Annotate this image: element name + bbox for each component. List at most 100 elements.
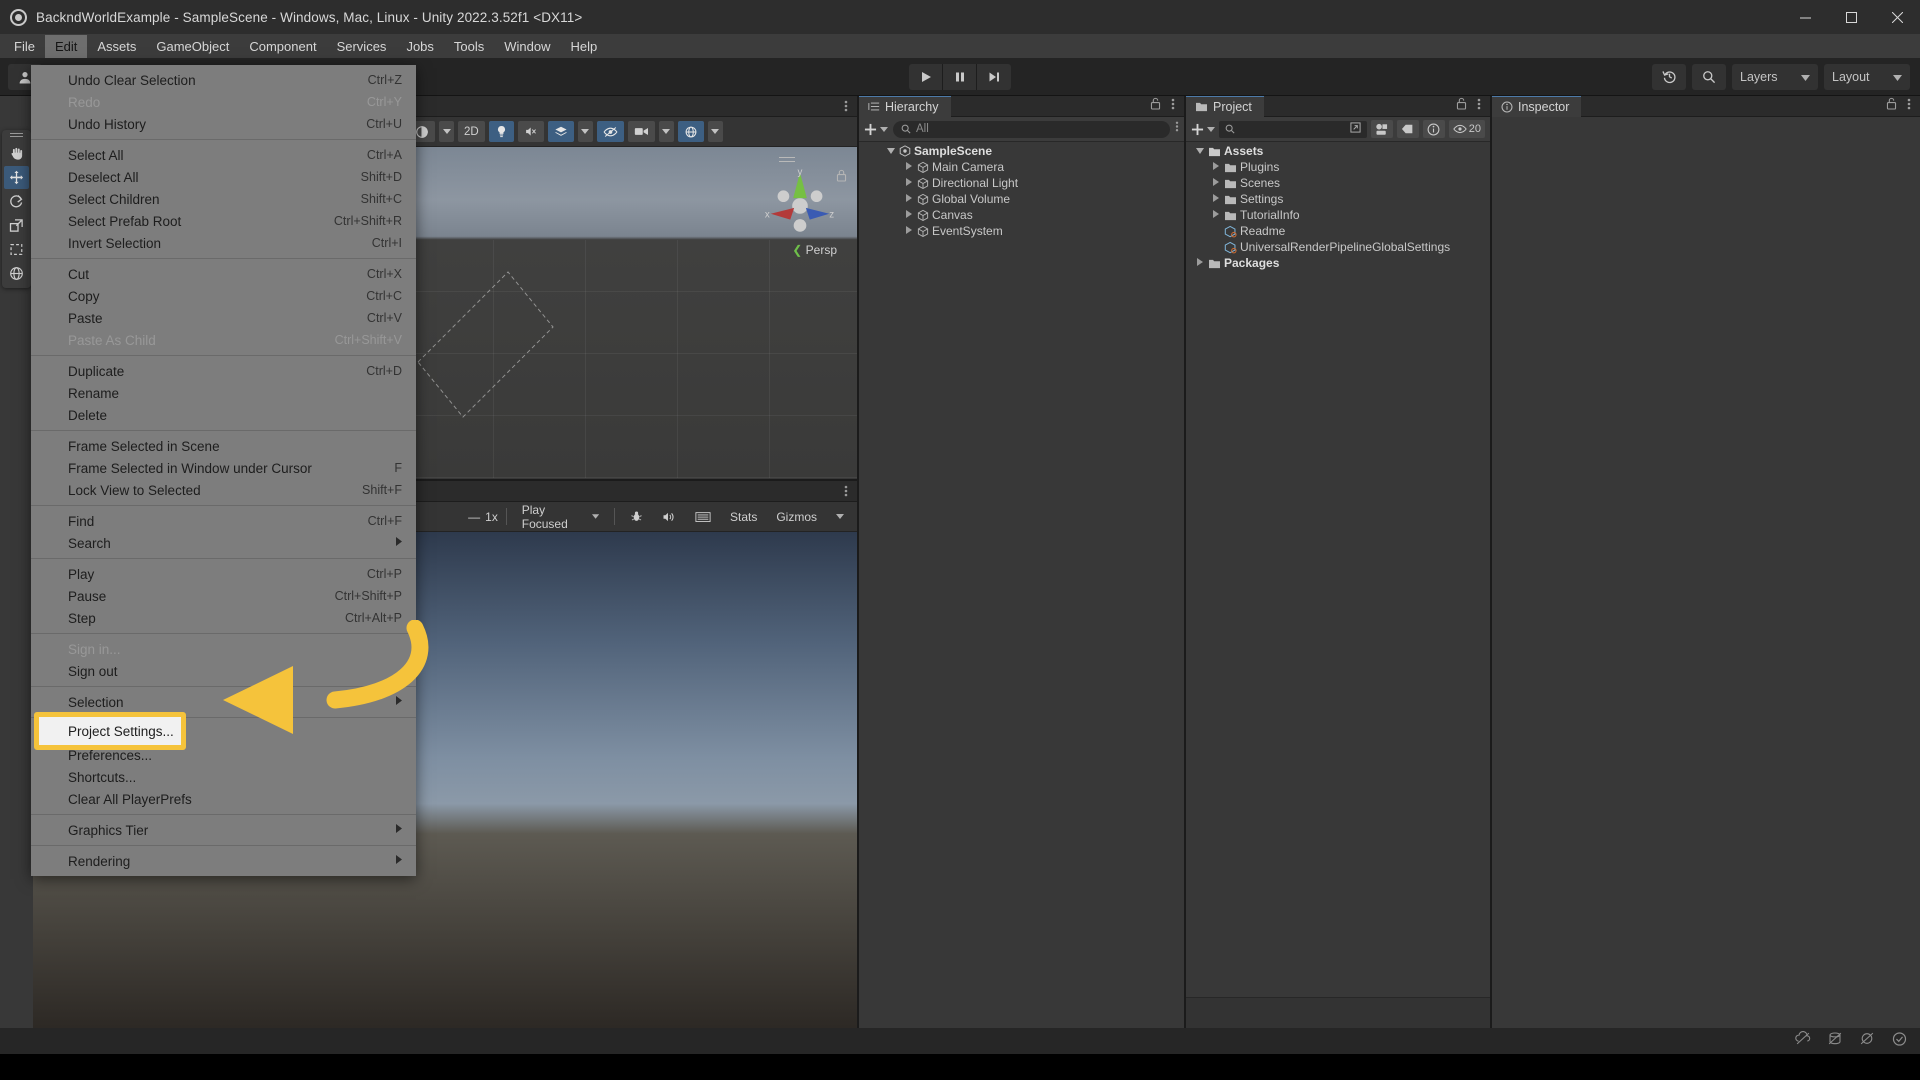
tree-item[interactable]: Main Camera bbox=[859, 159, 1184, 175]
pause-icon[interactable] bbox=[943, 63, 977, 90]
menu-item-cut[interactable]: Cut Ctrl+X bbox=[31, 263, 416, 285]
menu-item-undo-history[interactable]: Undo History Ctrl+U bbox=[31, 113, 416, 135]
hierarchy-more-menu-icon[interactable] bbox=[1175, 120, 1179, 138]
chevron-right-icon[interactable] bbox=[1211, 194, 1221, 204]
chevron-right-icon[interactable] bbox=[904, 178, 914, 188]
tree-item[interactable]: EventSystem bbox=[859, 223, 1184, 239]
scene-orientation-gizmo[interactable]: y x z bbox=[761, 165, 839, 243]
gizmos-chevron-down-icon[interactable] bbox=[707, 121, 723, 142]
edit-dropdown-menu[interactable]: Undo Clear Selection Ctrl+Z Redo Ctrl+Y Undo… bbox=[31, 65, 416, 876]
aspect-ratio-icon[interactable] bbox=[688, 506, 718, 527]
menu-item-find[interactable]: Find Ctrl+F bbox=[31, 510, 416, 532]
stats-button[interactable]: Stats bbox=[723, 506, 764, 527]
tree-item[interactable]: Global Volume bbox=[859, 191, 1184, 207]
menu-item-deselect-all[interactable]: Deselect All Shift+D bbox=[31, 166, 416, 188]
gizmo-drag-handle[interactable] bbox=[779, 157, 795, 165]
chevron-right-icon[interactable] bbox=[1211, 162, 1221, 172]
lock-icon[interactable] bbox=[1456, 97, 1467, 115]
scene-camera-icon[interactable] bbox=[627, 121, 655, 142]
layers-dropdown[interactable]: Layers bbox=[1732, 63, 1818, 90]
tab-hierarchy[interactable]: Hierarchy bbox=[859, 95, 951, 117]
menu-item-select-prefab-root[interactable]: Select Prefab Root Ctrl+Shift+R bbox=[31, 210, 416, 232]
effects-chevron-down-icon[interactable] bbox=[577, 121, 593, 142]
scale-tool[interactable] bbox=[4, 214, 29, 237]
menu-file[interactable]: File bbox=[4, 35, 45, 58]
menu-item-preferences[interactable]: Preferences... bbox=[31, 744, 416, 766]
search-icon[interactable] bbox=[1692, 63, 1726, 90]
hierarchy-panel-menu-icon[interactable] bbox=[1171, 97, 1175, 116]
effects-icon[interactable] bbox=[547, 121, 574, 142]
scene-panel-menu-icon[interactable] bbox=[835, 96, 857, 116]
menu-item-step[interactable]: Step Ctrl+Alt+P bbox=[31, 607, 416, 629]
scene-visibility-icon[interactable] bbox=[596, 121, 624, 142]
visible-count-indicator[interactable]: 20 bbox=[1448, 120, 1485, 138]
minimize-icon[interactable] bbox=[1782, 0, 1828, 34]
tree-item[interactable]: Readme bbox=[1186, 223, 1490, 239]
menu-gameobject[interactable]: GameObject bbox=[146, 35, 239, 58]
tree-item[interactable]: Canvas bbox=[859, 207, 1184, 223]
hierarchy-tree[interactable]: SampleScene Main Camera Directional Light G… bbox=[859, 142, 1184, 1035]
status-ok-icon[interactable] bbox=[1891, 1031, 1908, 1052]
filter-by-label-icon[interactable] bbox=[1396, 120, 1419, 138]
tab-project[interactable]: Project bbox=[1186, 95, 1264, 117]
menu-item-play[interactable]: Play Ctrl+P bbox=[31, 563, 416, 585]
transform-tool[interactable] bbox=[4, 262, 29, 285]
search-save-icon[interactable] bbox=[1350, 122, 1361, 136]
filter-by-type-icon[interactable] bbox=[1370, 120, 1393, 138]
scale-slider[interactable]: — bbox=[468, 510, 480, 524]
scene-perspective-label[interactable]: ❮ Persp bbox=[792, 243, 837, 257]
menu-item-copy[interactable]: Copy Ctrl+C bbox=[31, 285, 416, 307]
menu-item-graphics-tier[interactable]: Graphics Tier bbox=[31, 819, 416, 841]
menu-item-rendering[interactable]: Rendering bbox=[31, 850, 416, 872]
menu-item-pause[interactable]: Pause Ctrl+Shift+P bbox=[31, 585, 416, 607]
cache-server-off-icon[interactable] bbox=[1827, 1031, 1843, 1051]
chevron-down-icon[interactable] bbox=[1195, 147, 1205, 156]
code-optimization-icon[interactable] bbox=[1859, 1031, 1875, 1051]
inspector-panel-menu-icon[interactable] bbox=[1907, 97, 1911, 116]
menu-item-frame-selected-in-window-under-cursor[interactable]: Frame Selected in Window under Cursor F bbox=[31, 457, 416, 479]
step-icon[interactable] bbox=[977, 63, 1011, 90]
lock-icon[interactable] bbox=[1150, 97, 1161, 115]
hierarchy-search-input[interactable]: All bbox=[893, 120, 1170, 138]
menu-services[interactable]: Services bbox=[327, 35, 397, 58]
menu-tools[interactable]: Tools bbox=[444, 35, 494, 58]
audio-mute-icon[interactable] bbox=[517, 121, 544, 142]
menu-component[interactable]: Component bbox=[239, 35, 326, 58]
gizmos-chevron-down-icon[interactable] bbox=[829, 506, 851, 527]
layout-dropdown[interactable]: Layout bbox=[1824, 63, 1910, 90]
project-tree[interactable]: Assets Plugins Scenes Settings TutorialInfo R… bbox=[1186, 142, 1490, 997]
close-icon[interactable] bbox=[1874, 0, 1920, 34]
toggle-2d-button[interactable]: 2D bbox=[458, 121, 485, 142]
menu-item-lock-view-to-selected[interactable]: Lock View to Selected Shift+F bbox=[31, 479, 416, 501]
chevron-right-icon[interactable] bbox=[1211, 210, 1221, 220]
audio-icon[interactable] bbox=[655, 506, 683, 527]
maximize-icon[interactable] bbox=[1828, 0, 1874, 34]
menu-item-sign-out[interactable]: Sign out bbox=[31, 660, 416, 682]
tree-item[interactable]: UniversalRenderPipelineGlobalSettings bbox=[1186, 239, 1490, 255]
move-tool[interactable] bbox=[4, 166, 29, 189]
menu-jobs[interactable]: Jobs bbox=[396, 35, 443, 58]
project-settings-highlight-label[interactable]: Project Settings... bbox=[68, 724, 174, 739]
hierarchy-add-button[interactable] bbox=[864, 123, 888, 136]
menu-item-undo-clear-selection[interactable]: Undo Clear Selection Ctrl+Z bbox=[31, 69, 416, 91]
lighting-icon[interactable] bbox=[488, 121, 514, 142]
chevron-right-icon[interactable] bbox=[904, 210, 914, 220]
menu-item-selection[interactable]: Selection bbox=[31, 691, 416, 713]
collab-off-icon[interactable] bbox=[1795, 1031, 1811, 1051]
tree-item[interactable]: TutorialInfo bbox=[1186, 207, 1490, 223]
rect-tool[interactable] bbox=[4, 238, 29, 261]
project-search-input[interactable] bbox=[1219, 120, 1367, 138]
chevron-right-icon[interactable] bbox=[1195, 258, 1205, 268]
lock-icon[interactable] bbox=[1886, 97, 1897, 115]
menu-edit[interactable]: Edit bbox=[44, 34, 88, 58]
gizmos-icon[interactable] bbox=[677, 121, 704, 142]
play-icon[interactable] bbox=[909, 63, 943, 90]
menu-assets[interactable]: Assets bbox=[87, 35, 146, 58]
undo-history-icon[interactable] bbox=[1652, 63, 1686, 90]
tree-item[interactable]: Plugins bbox=[1186, 159, 1490, 175]
project-add-button[interactable] bbox=[1191, 123, 1215, 136]
menu-item-select-all[interactable]: Select All Ctrl+A bbox=[31, 144, 416, 166]
menu-item-shortcuts[interactable]: Shortcuts... bbox=[31, 766, 416, 788]
chevron-right-icon[interactable] bbox=[904, 194, 914, 204]
gizmos-dropdown[interactable]: Gizmos bbox=[769, 506, 824, 527]
